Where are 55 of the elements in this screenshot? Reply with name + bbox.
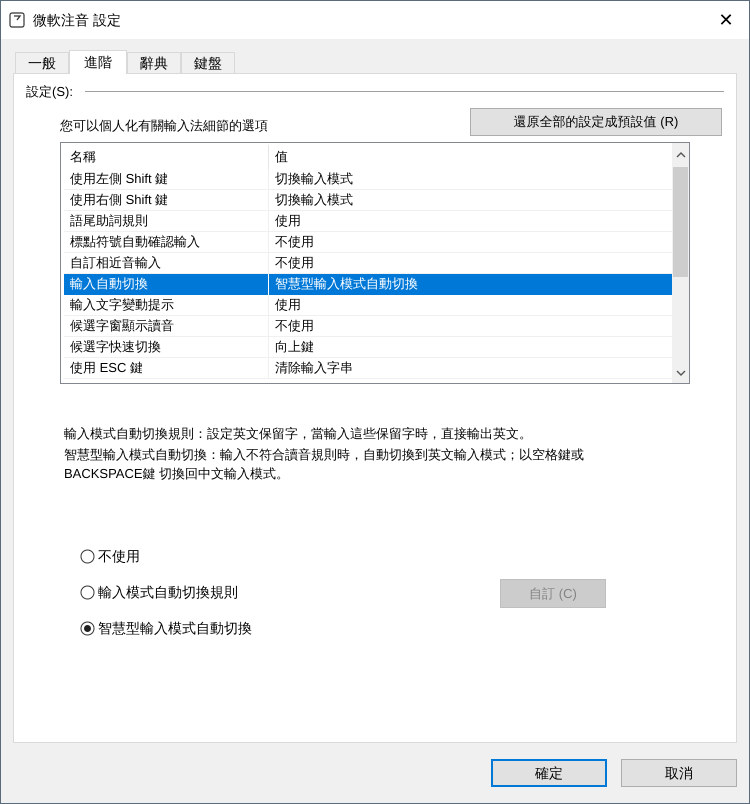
table-cell-text: 智慧型輸入模式自動切換 bbox=[274, 275, 419, 294]
table-cell-text: 向上鍵 bbox=[274, 338, 315, 356]
table-cell-text: 不使用 bbox=[274, 316, 315, 335]
table-row[interactable]: 候選字窗顯示讀音 不使用 bbox=[64, 316, 672, 336]
tab[interactable]: 進階 bbox=[69, 50, 127, 74]
table-cell-text: 使用 bbox=[274, 296, 302, 314]
table-cell: 使用 ESC 鍵 bbox=[64, 358, 269, 378]
tab[interactable]: 一般 bbox=[15, 52, 69, 73]
scroll-up-icon[interactable] bbox=[676, 150, 686, 158]
table-row[interactable]: 使用左側 Shift 鍵 切換輸入模式 bbox=[64, 168, 672, 190]
app-icon bbox=[9, 12, 25, 28]
radio-label[interactable]: 智慧型輸入模式自動切換 bbox=[98, 618, 252, 639]
close-button[interactable]: ✕ bbox=[711, 5, 741, 35]
tab[interactable]: 鍵盤 bbox=[181, 52, 235, 73]
table-cell: 語尾助詞規則 bbox=[64, 210, 269, 230]
dialog-button[interactable]: 取消 bbox=[621, 759, 737, 787]
table-cell-text: 清除輸入字串 bbox=[274, 358, 354, 377]
table-cell: 候選字快速切換 bbox=[64, 336, 269, 356]
scroll-down-icon[interactable] bbox=[676, 368, 686, 376]
radio-button[interactable] bbox=[80, 585, 95, 600]
window-title: 微軟注音 設定 bbox=[33, 10, 122, 30]
tab[interactable]: 辭典 bbox=[127, 52, 181, 73]
table-cell-text: 切換輸入模式 bbox=[274, 190, 354, 209]
table-cell-text: 不使用 bbox=[274, 254, 315, 272]
table-row[interactable]: 候選字快速切換 向上鍵 bbox=[64, 336, 672, 358]
table-row[interactable]: 使用右側 Shift 鍵 切換輸入模式 bbox=[64, 190, 672, 210]
scroll-thumb[interactable] bbox=[673, 166, 688, 276]
group-label: 設定(S): bbox=[26, 83, 73, 101]
column-header[interactable]: 值 bbox=[269, 144, 672, 168]
table-cell-text: 使用 bbox=[274, 212, 302, 230]
table-cell: 自訂相近音輸入 bbox=[64, 252, 269, 272]
column-header[interactable]: 名稱 bbox=[64, 144, 269, 168]
table-cell: 使用左側 Shift 鍵 bbox=[64, 168, 269, 188]
table-cell: 輸入自動切換 bbox=[64, 274, 269, 294]
table-cell: 候選字窗顯示讀音 bbox=[64, 316, 269, 336]
dialog-button[interactable]: 確定 bbox=[491, 759, 607, 787]
table-row[interactable]: 使用 ESC 鍵 清除輸入字串 bbox=[64, 358, 672, 378]
radio-label[interactable]: 輸入模式自動切換規則 bbox=[98, 582, 238, 603]
table-row[interactable]: 語尾助詞規則 使用 bbox=[64, 210, 672, 232]
intro-text: 您可以個人化有關輸入法細節的選項 bbox=[60, 116, 268, 135]
table-cell-text: 不使用 bbox=[274, 232, 315, 251]
reset-button[interactable]: 還原全部的設定成預設值 (R) bbox=[470, 108, 722, 136]
radio-button[interactable] bbox=[80, 549, 95, 564]
table-cell: 輸入文字變動提示 bbox=[64, 294, 269, 314]
table-cell: 使用右側 Shift 鍵 bbox=[64, 190, 269, 210]
scrollbar[interactable] bbox=[672, 142, 689, 382]
radio-label[interactable]: 不使用 bbox=[98, 546, 140, 567]
table-cell-text: 切換輸入模式 bbox=[274, 170, 354, 188]
description-text: 智慧型輸入模式自動切換：輸入不符合讀音規則時，自動切換到英文輸入模式；以空格鍵或 BACKSPACE鍵 切換回中文輸入模式。 bbox=[64, 446, 585, 482]
table-row[interactable]: 輸入自動切換 智慧型輸入模式自動切換 bbox=[64, 274, 672, 294]
table-row[interactable]: 輸入文字變動提示 使用 bbox=[64, 294, 672, 316]
radio-button[interactable] bbox=[80, 621, 95, 636]
table-row[interactable]: 標點符號自動確認輸入 不使用 bbox=[64, 232, 672, 252]
description-text: 輸入模式自動切換規則：設定英文保留字，當輸入這些保留字時，直接輸出英文。 bbox=[64, 424, 533, 442]
table-cell: 標點符號自動確認輸入 bbox=[64, 232, 269, 252]
